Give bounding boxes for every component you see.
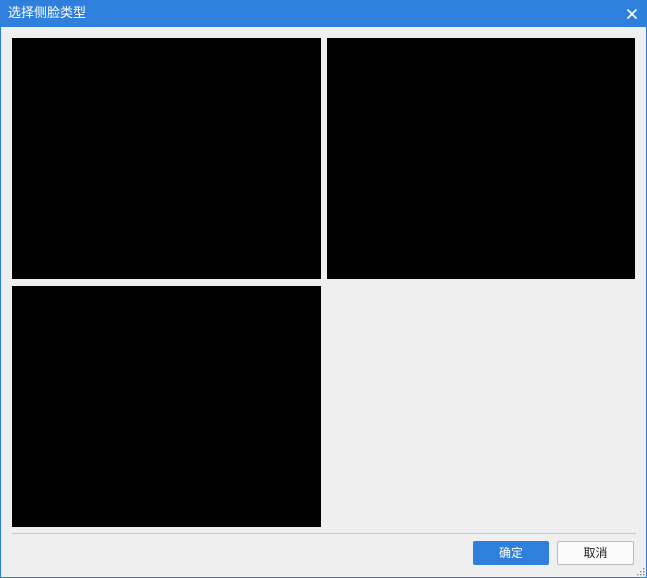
close-icon[interactable] — [625, 7, 639, 21]
confirm-button[interactable]: 确定 — [473, 541, 549, 565]
dialog-titlebar: 选择侧脸类型 — [1, 1, 646, 27]
dialog-content: 确定 取消 — [1, 27, 646, 577]
face-option-2[interactable] — [327, 38, 635, 279]
dialog-title: 选择侧脸类型 — [8, 6, 87, 21]
cancel-button[interactable]: 取消 — [557, 541, 634, 565]
select-side-face-dialog: 选择侧脸类型 确定 取消 — [0, 0, 647, 578]
face-option-3[interactable] — [12, 286, 321, 527]
face-option-1[interactable] — [12, 38, 321, 279]
resize-grip-icon[interactable] — [637, 568, 645, 576]
footer-divider — [12, 533, 636, 534]
